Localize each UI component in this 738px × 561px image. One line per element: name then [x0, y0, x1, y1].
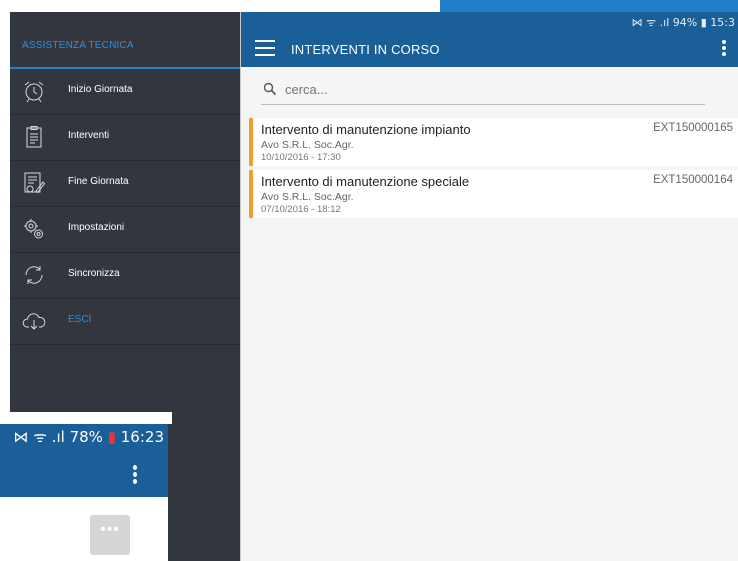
battery-percent: 94% — [672, 16, 698, 29]
clipboard-icon — [26, 126, 42, 148]
nav-item-sincronizza[interactable]: Sincronizza — [10, 253, 240, 299]
search-icon[interactable] — [263, 82, 277, 96]
nav-item-label: Impostazioni — [68, 222, 125, 233]
phone-drawer-edge — [168, 424, 172, 561]
phone-toolbar — [0, 449, 168, 497]
drawer-header: ASSISTENZA TECNICA — [10, 12, 240, 69]
phone-battery-icon: ▮ — [107, 428, 116, 446]
phone-status-time: 16:23 — [120, 428, 164, 446]
intervention-list-item[interactable]: Intervento di manutenzione speciale Avo … — [249, 170, 738, 218]
background-window-strip — [440, 0, 738, 12]
cloud-download-icon — [22, 313, 46, 330]
intervention-code: EXT150000164 — [653, 174, 733, 186]
nav-item-label: Sincronizza — [68, 268, 120, 279]
nav-item-label: Fine Giornata — [68, 176, 129, 187]
more-vertical-icon[interactable] — [719, 38, 729, 60]
more-options-button[interactable]: ••• — [90, 515, 130, 555]
nav-item-impostazioni[interactable]: Impostazioni — [10, 207, 240, 253]
drawer-title: ASSISTENZA TECNICA — [22, 40, 134, 51]
sync-icon — [25, 266, 43, 284]
app-window: ⋈ ᯤ .ıl 94% ▮ 15:3 INTERVENTI IN CORSO I… — [240, 12, 738, 561]
gears-icon — [24, 219, 43, 239]
status-time: 15:3 — [710, 16, 735, 29]
app-toolbar: INTERVENTI IN CORSO — [241, 32, 738, 67]
nav-item-fine-giornata[interactable]: Fine Giornata — [10, 161, 240, 207]
page-title: INTERVENTI IN CORSO — [291, 42, 440, 57]
status-indicators: ⋈ ᯤ .ıl 94% ▮ 15:3 — [632, 15, 735, 30]
search-bar — [261, 78, 705, 105]
hamburger-icon[interactable] — [255, 40, 275, 56]
intervention-title: Intervento di manutenzione impianto — [261, 122, 471, 137]
intervention-client: Avo S.R.L. Soc.Agr. — [261, 139, 354, 151]
intervention-title: Intervento di manutenzione speciale — [261, 174, 470, 189]
intervention-list-item[interactable]: Intervento di manutenzione impianto Avo … — [249, 118, 738, 166]
phone-status-indicators: ⋈ ᯤ .ıl 78% ▮ 16:23 — [13, 427, 164, 447]
calendar-edit-icon — [24, 172, 46, 194]
phone-battery-percent: 78% — [69, 428, 103, 446]
intervention-date: 07/10/2016 - 18:12 — [261, 204, 341, 215]
search-input[interactable] — [285, 82, 685, 97]
nav-item-interventi[interactable]: Interventi — [10, 115, 240, 161]
nav-item-label: Inizio Giornata — [68, 84, 133, 95]
intervention-date: 10/10/2016 - 17:30 — [261, 152, 341, 163]
intervention-code: EXT150000165 — [653, 122, 733, 134]
status-bar: ⋈ ᯤ .ıl 94% ▮ 15:3 — [241, 12, 738, 32]
battery-icon: ▮ — [700, 16, 707, 29]
phone-status-bar: ⋈ ᯤ .ıl 78% ▮ 16:23 — [0, 424, 168, 449]
intervention-client: Avo S.R.L. Soc.Agr. — [261, 191, 354, 203]
nav-item-label: Interventi — [68, 130, 110, 141]
more-vertical-icon[interactable] — [130, 463, 140, 487]
signal-icons: ⋈ ᯤ .ıl — [631, 16, 670, 29]
nav-item-inizio-giornata[interactable]: Inizio Giornata — [10, 69, 240, 115]
nav-item-label: ESCI — [68, 314, 92, 325]
nav-item-esci[interactable]: ESCI — [10, 299, 240, 345]
phone-screenshot: ⋈ ᯤ .ıl 78% ▮ 16:23 ••• — [0, 412, 172, 561]
alarm-clock-icon — [24, 81, 44, 103]
phone-signal-icons: ⋈ ᯤ .ıl — [13, 428, 65, 446]
